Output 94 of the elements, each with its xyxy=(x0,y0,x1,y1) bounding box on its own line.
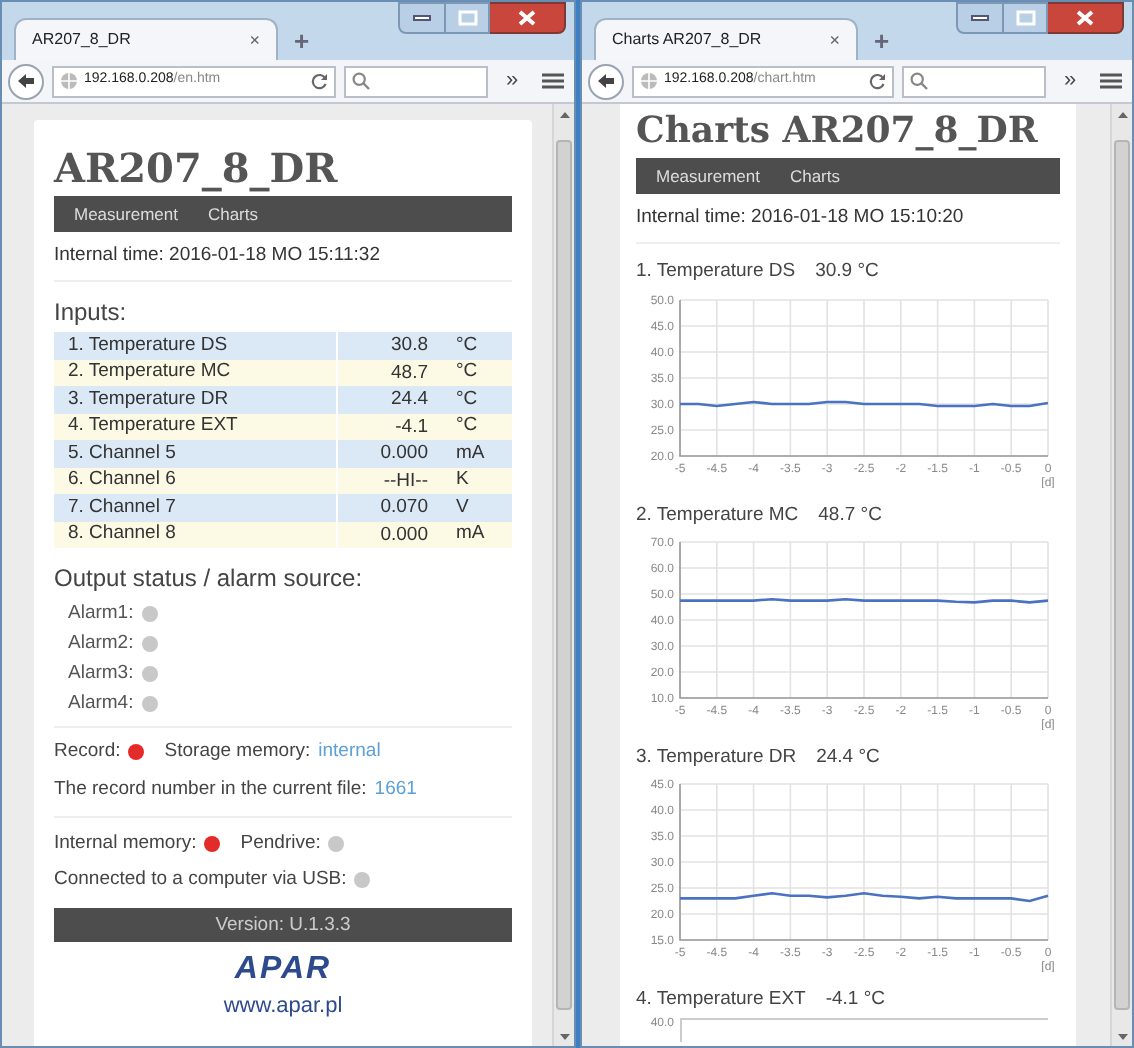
alarm-label: Alarm3: xyxy=(68,659,134,688)
browser-tab[interactable]: Charts AR207_8_DR × xyxy=(594,18,858,60)
scroll-down-icon[interactable] xyxy=(559,1033,569,1039)
search-icon xyxy=(352,72,370,90)
close-button[interactable] xyxy=(490,2,566,34)
company-logo: APAR xyxy=(234,954,332,987)
channel-unit: °C xyxy=(454,385,480,414)
chart-title: 4. Temperature EXT xyxy=(636,986,806,1014)
scroll-up-icon[interactable] xyxy=(1117,111,1127,117)
storage-label: Storage memory: xyxy=(164,738,311,767)
maximize-button[interactable] xyxy=(1004,2,1048,34)
page-title: Charts AR207_8_DR xyxy=(636,114,1040,150)
nav-link[interactable]: Charts xyxy=(789,163,841,189)
alarm-label: Alarm1: xyxy=(68,599,134,628)
channel-unit: °C xyxy=(454,331,480,360)
channel-name: 3. Temperature DR xyxy=(66,385,231,414)
nav-link[interactable]: Measurement xyxy=(656,163,760,189)
menu-icon xyxy=(541,72,563,90)
overflow-button[interactable]: » xyxy=(1054,70,1086,92)
close-button[interactable] xyxy=(1048,2,1124,34)
close-icon xyxy=(518,10,536,26)
storage-value: internal xyxy=(318,738,381,767)
internal-memory-label: Internal memory: xyxy=(54,829,197,858)
channel-name: 8. Channel 8 xyxy=(66,520,178,549)
channel-name: 2. Temperature MC xyxy=(66,358,233,387)
reload-icon[interactable] xyxy=(310,72,328,90)
website-link[interactable]: www.apar.pl xyxy=(223,990,343,1024)
version-bar: Version: U.1.3.3 xyxy=(54,908,512,943)
search-field[interactable] xyxy=(344,65,488,97)
scrollbar[interactable] xyxy=(1110,104,1132,1046)
record-label: Record: xyxy=(54,738,121,767)
chart-title: 1. Temperature DS xyxy=(636,258,796,287)
back-arrow-icon xyxy=(596,72,616,90)
internal-time: Internal time: 2016-01-18 MO 15:10:20 xyxy=(636,204,1060,245)
tab-title: Charts AR207_8_DR xyxy=(612,28,762,52)
globe-icon xyxy=(640,72,658,90)
close-icon xyxy=(1076,10,1094,26)
nav-link[interactable]: Charts xyxy=(207,201,259,227)
browser-tab[interactable]: AR207_8_DR × xyxy=(14,18,278,60)
minimize-icon xyxy=(970,14,990,22)
maximize-icon xyxy=(1015,10,1035,26)
channel-unit: mA xyxy=(454,439,487,468)
alarm-label: Alarm4: xyxy=(68,689,134,718)
tab-close-button[interactable]: × xyxy=(249,31,260,49)
tab-close-button[interactable]: × xyxy=(829,31,840,49)
new-tab-button[interactable]: + xyxy=(874,28,890,54)
channel-name: 5. Channel 5 xyxy=(66,439,178,468)
usb-label: Connected to a computer via USB: xyxy=(54,866,347,894)
channel-unit: V xyxy=(454,493,471,522)
scroll-down-icon[interactable] xyxy=(1117,1033,1127,1039)
scrollbar[interactable] xyxy=(552,104,574,1046)
internal-time: Internal time: 2016-01-18 MO 15:11:32 xyxy=(54,242,512,283)
channel-unit: K xyxy=(454,466,471,495)
chart-reading: -4.1 °C xyxy=(825,986,886,1014)
tab-title: AR207_8_DR xyxy=(32,28,131,52)
minimize-icon xyxy=(412,14,432,22)
scroll-up-icon[interactable] xyxy=(559,111,569,117)
record-number-label: The record number in the current file: xyxy=(54,775,367,803)
channel-unit: °C xyxy=(454,412,480,441)
chart-title: 3. Temperature DR xyxy=(636,743,797,772)
channel-name: 6. Channel 6 xyxy=(66,466,178,495)
search-field[interactable] xyxy=(902,65,1046,97)
chart-title: 2. Temperature MC xyxy=(636,501,799,529)
alarm-label: Alarm2: xyxy=(68,629,134,658)
nav-link[interactable]: Measurement xyxy=(74,201,178,227)
search-icon xyxy=(910,72,928,90)
maximize-icon xyxy=(457,10,477,26)
channel-name: 1. Temperature DS xyxy=(66,331,230,360)
back-arrow-icon xyxy=(16,72,36,90)
section-heading: Inputs: xyxy=(54,296,129,331)
channel-unit: mA xyxy=(454,520,487,549)
chart-reading: 48.7 °C xyxy=(818,501,882,529)
scrollbar-thumb[interactable] xyxy=(556,140,572,1010)
menu-icon xyxy=(1099,72,1121,90)
back-button[interactable] xyxy=(8,63,44,99)
reload-icon[interactable] xyxy=(868,72,886,90)
maximize-button[interactable] xyxy=(446,2,490,34)
back-button[interactable] xyxy=(588,63,624,99)
minimize-button[interactable] xyxy=(398,2,446,34)
section-heading: Output status / alarm source: xyxy=(54,562,365,597)
pendrive-label: Pendrive: xyxy=(240,829,321,858)
channel-name: 4. Temperature EXT xyxy=(66,412,240,441)
minimize-button[interactable] xyxy=(956,2,1004,34)
new-tab-button[interactable]: + xyxy=(294,28,310,54)
chart-reading: 30.9 °C xyxy=(815,258,879,287)
scrollbar-thumb[interactable] xyxy=(1114,140,1130,1010)
globe-icon xyxy=(60,72,78,90)
channel-unit: °C xyxy=(454,358,480,387)
page-title: AR207_8_DR xyxy=(54,148,340,188)
channel-name: 7. Channel 7 xyxy=(66,493,178,522)
record-number-value: 1661 xyxy=(374,775,417,803)
channel-value: 0.000 xyxy=(336,521,442,549)
overflow-button[interactable]: » xyxy=(496,70,528,92)
chart-reading: 24.4 °C xyxy=(816,743,880,772)
